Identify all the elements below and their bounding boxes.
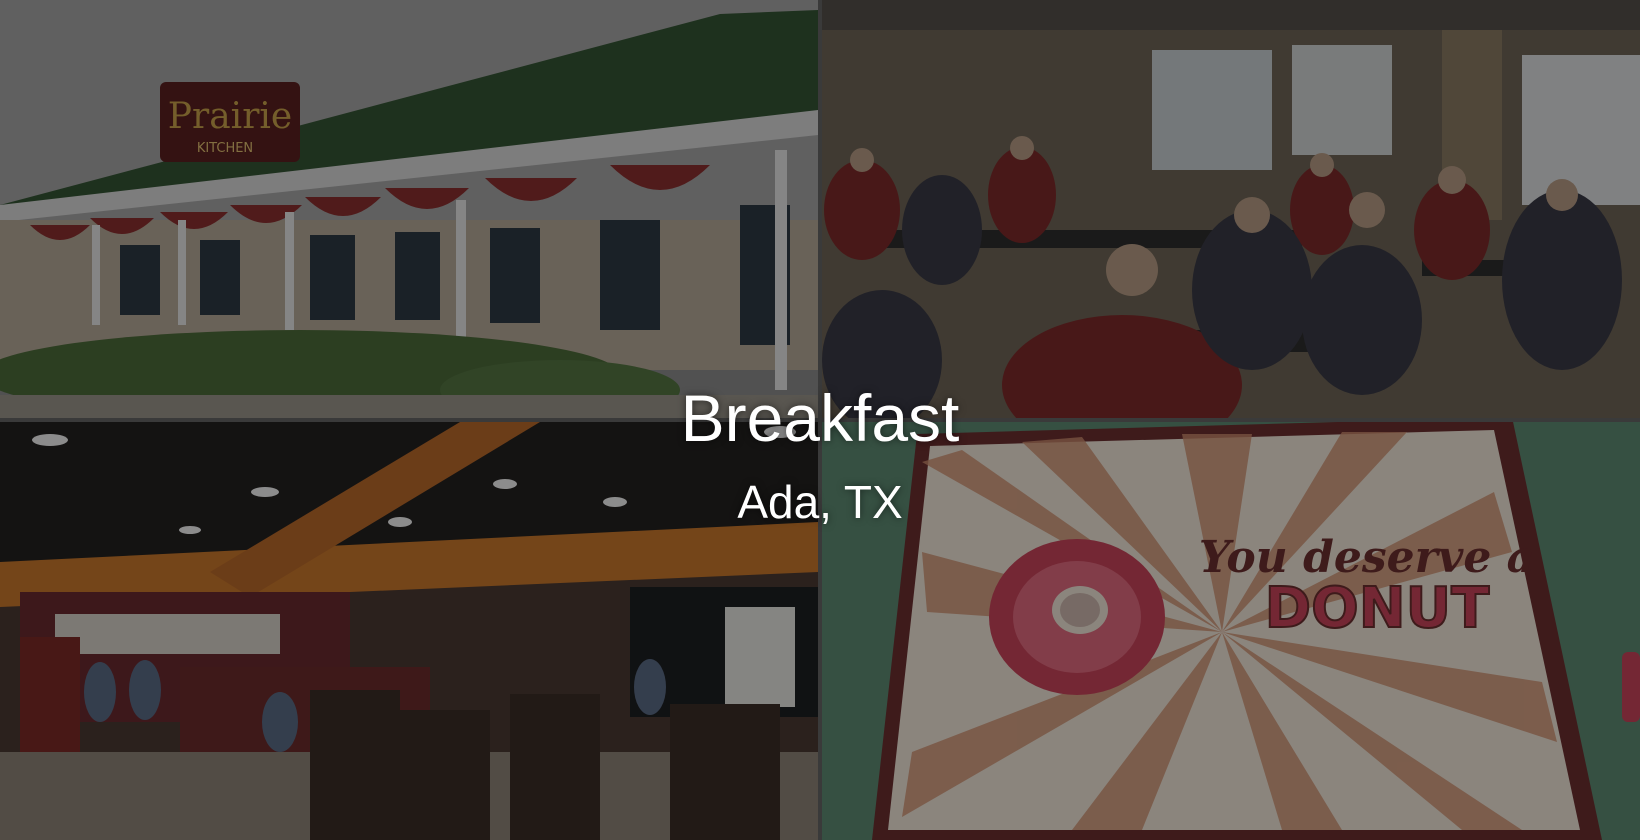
prairie-sign: Prairie KITCHEN — [160, 82, 300, 162]
placemat-line2: DONUT — [1265, 576, 1490, 641]
restaurant-exterior-photo: Prairie KITCHEN — [0, 0, 818, 418]
sign-subtext: KITCHEN — [197, 141, 253, 156]
sign-text: Prairie — [168, 96, 292, 137]
collage-divider-horizontal — [0, 418, 1640, 422]
dining-room-crowd-photo — [822, 0, 1640, 418]
restaurant-interior-photo — [0, 422, 818, 840]
photo-collage: Prairie KITCHEN You deserve a DONUT Brea… — [0, 0, 1640, 840]
donut-placemat-photo: You deserve a DONUT — [822, 422, 1640, 840]
donut-illustration — [989, 539, 1165, 695]
